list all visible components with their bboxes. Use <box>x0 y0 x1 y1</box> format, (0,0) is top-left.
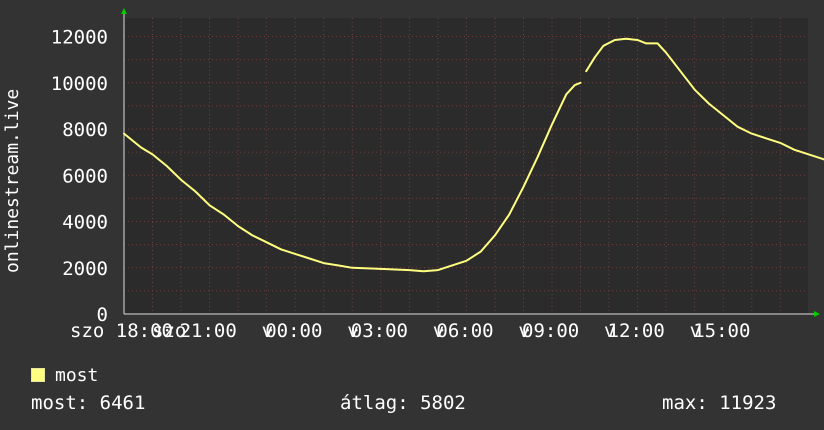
x-tick-label: 21:00 <box>180 320 237 342</box>
x-tick-label: 00:00 <box>265 320 322 342</box>
y-tick-label: 8000 <box>62 119 108 141</box>
x-tick-label: 12:00 <box>608 320 665 342</box>
x-tick-label: 15:00 <box>693 320 750 342</box>
y-tick-label: 4000 <box>62 212 108 234</box>
y-tick-label: 10000 <box>51 73 108 95</box>
y-axis-label: onlinestream.live <box>2 89 23 273</box>
max-value: max: 11923 <box>662 392 777 414</box>
y-tick-label: 2000 <box>62 258 108 280</box>
chart-legend: most <box>31 364 98 386</box>
current-value: most: 6461 <box>31 392 146 414</box>
y-tick-label: 12000 <box>51 27 108 49</box>
y-tick-label: 6000 <box>62 165 108 187</box>
x-tick-label: 06:00 <box>436 320 493 342</box>
x-tick-label: 09:00 <box>522 320 579 342</box>
legend-label: most <box>55 364 99 386</box>
legend-swatch <box>31 368 45 382</box>
line-chart: 020004000600080001000012000onlinestream.… <box>0 0 824 430</box>
x-tick-label: 03:00 <box>351 320 408 342</box>
average-value: átlag: 5802 <box>340 392 466 414</box>
